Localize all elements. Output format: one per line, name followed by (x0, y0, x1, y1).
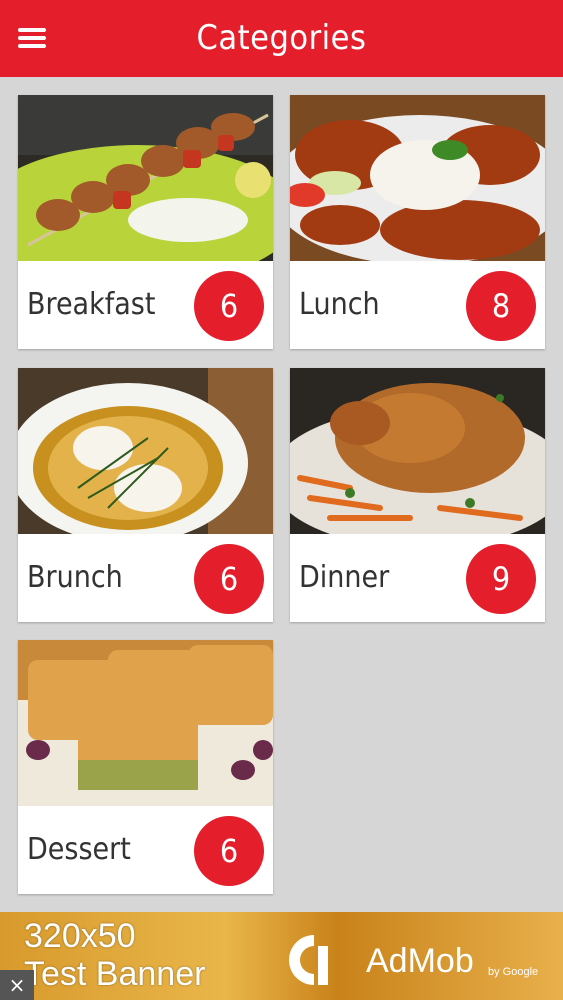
category-card-lunch[interactable]: Lunch 8 (290, 95, 545, 349)
ad-by-google: by Google (488, 966, 539, 978)
category-name: Dinner (299, 560, 390, 595)
category-count-badge: 6 (194, 816, 264, 886)
category-name: Brunch (27, 560, 123, 595)
category-card-dessert[interactable]: Dessert 6 (18, 640, 273, 894)
category-name: Dessert (27, 832, 131, 867)
category-count-badge: 8 (466, 271, 536, 341)
category-count-badge: 9 (466, 544, 536, 614)
app-bar: Categories (0, 0, 563, 77)
category-card-brunch[interactable]: Brunch 6 (18, 368, 273, 622)
page-title: Categories (196, 18, 367, 58)
category-name: Breakfast (27, 287, 156, 322)
category-count-badge: 6 (194, 544, 264, 614)
ad-test-text: Test Banner (24, 955, 206, 993)
ad-brand: AdMob (366, 942, 474, 980)
category-card-breakfast[interactable]: Breakfast 6 (18, 95, 273, 349)
category-count-badge: 6 (194, 271, 264, 341)
admob-logo-icon (289, 935, 328, 985)
breakfast-image (18, 95, 273, 261)
dinner-image (290, 368, 545, 534)
category-name: Lunch (299, 287, 380, 322)
dessert-image (18, 640, 273, 806)
ad-size-text: 320x50 (24, 917, 136, 955)
category-card-dinner[interactable]: Dinner 9 (290, 368, 545, 622)
ad-banner[interactable]: 320x50 Test Banner AdMob by Google (0, 912, 563, 1000)
brunch-image (18, 368, 273, 534)
ad-close-button[interactable]: × (0, 970, 34, 1000)
lunch-image (290, 95, 545, 261)
